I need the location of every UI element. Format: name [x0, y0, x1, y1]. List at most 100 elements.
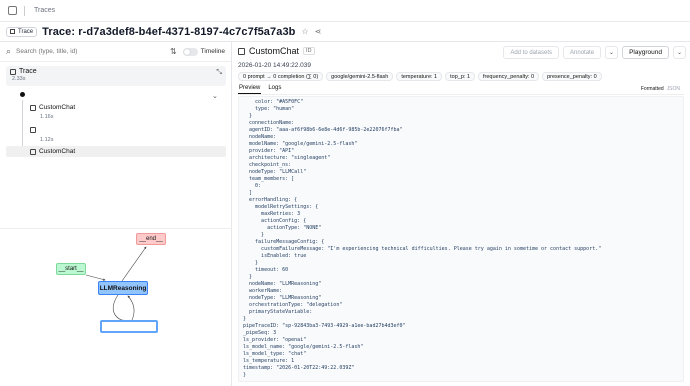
left-pane: ⌕ ⇅ Timeline Trace 2.33s ⤡ ⌄ CustomChat …	[0, 42, 232, 386]
json-line: ls_temperature: 1	[243, 358, 295, 364]
json-line: ls_provider: "openai"	[243, 337, 307, 343]
chat-node-icon	[30, 104, 36, 111]
formatted-option[interactable]: Formatted	[641, 86, 664, 92]
search-input[interactable]	[16, 48, 157, 55]
json-line: nodeName: "LLMReasoning"	[243, 281, 322, 287]
graph-node-tool[interactable]	[100, 320, 158, 333]
add-to-datasets-button[interactable]: Add to datasets	[503, 46, 560, 59]
divider	[24, 5, 25, 16]
metadata-chips: 0 prompt → 0 completion (∑ 0) google/gem…	[238, 72, 602, 81]
json-line: }	[243, 232, 265, 238]
json-line: modelName: "google/gemini-2.5-flash"	[243, 141, 358, 147]
tree-item-unnamed[interactable]	[30, 127, 39, 133]
json-line: actionType: "NONE"	[243, 225, 322, 231]
tab-preview[interactable]: Preview	[238, 84, 262, 94]
json-line: }	[243, 316, 247, 322]
step-dot-icon	[20, 92, 25, 97]
json-line: 0:	[243, 183, 262, 189]
json-line: agentID: "aaa-af6f98b6-6e8e-4d6f-985b-2e…	[243, 127, 403, 133]
page-title: Trace: r-d7a3def8-b4ef-4371-8197-4c7c7f5…	[42, 25, 296, 38]
observation-timestamp: 2026-01-20 14:49:22.039	[238, 62, 312, 69]
tree-item-duration: 1.16s	[40, 114, 54, 120]
chip-model[interactable]: google/gemini-2.5-flash	[326, 72, 394, 81]
more-dropdown-icon[interactable]: ⌄	[672, 46, 686, 59]
detail-tabs: Preview Logs	[238, 84, 684, 95]
tab-logs[interactable]: Logs	[267, 84, 282, 94]
json-line: timestamp: "2026-01-20T22:49:22.039Z"	[243, 365, 355, 371]
chat-node-icon	[238, 47, 245, 55]
top-bar: Traces	[0, 0, 690, 22]
playground-button[interactable]: Playground	[622, 46, 669, 59]
expand-icon[interactable]: ⤡	[216, 69, 222, 77]
json-line: nodeType: "LLMCall"	[243, 169, 307, 175]
trace-icon	[10, 29, 15, 34]
json-line: maxRetries: 3	[243, 211, 301, 217]
trace-root-item[interactable]: Trace 2.33s ⤡	[6, 66, 226, 86]
trace-root-duration: 2.33s	[12, 76, 26, 82]
graph-node-start[interactable]: __start__	[56, 263, 86, 275]
graph-edges-main	[85, 246, 147, 322]
breadcrumb-traces[interactable]: Traces	[34, 7, 55, 14]
json-line: customFailureMessage: "I'm experiencing …	[243, 246, 602, 252]
trace-root-name: Trace	[10, 68, 222, 75]
annotate-button[interactable]: Annotate	[563, 46, 602, 59]
chip-usage: 0 prompt → 0 completion (∑ 0)	[238, 72, 324, 81]
graph-node-llmreasoning[interactable]: LLMReasoning	[98, 281, 148, 295]
json-line: checkpoint_ns:	[243, 162, 292, 168]
annotate-label: Annotate	[570, 49, 595, 56]
json-line: ls_model_name: "google/gemini-2.5-flash"	[243, 344, 364, 350]
trace-root-label: Trace	[19, 68, 37, 75]
edge-llm-to-end	[121, 246, 147, 282]
tree-item-label: CustomChat	[39, 104, 76, 111]
tree-item-customchat-1[interactable]: CustomChat	[30, 104, 75, 111]
tree-line	[22, 100, 23, 150]
search-icon: ⌕	[6, 46, 12, 56]
json-line: orchestrationType: "delegation"	[243, 302, 343, 308]
json-line: }	[243, 260, 259, 266]
annotate-dropdown-icon[interactable]: ⌄	[605, 46, 619, 59]
star-icon[interactable]: ☆	[302, 27, 309, 36]
json-line: timeout: 60	[243, 267, 289, 273]
tree-item-duration: 1.12s	[40, 137, 54, 143]
chip-frequency-penalty: frequency_penalty: 0	[478, 72, 540, 81]
json-line: }	[243, 372, 247, 378]
json-line: workerName:	[243, 288, 283, 294]
json-line: type: "human"	[243, 106, 295, 112]
share-icon[interactable]: ⋖	[315, 27, 322, 36]
json-line: modelRetrySettings: {	[243, 204, 319, 210]
copy-id-button[interactable]: ID	[303, 47, 315, 55]
json-line: architecture: "singleagent"	[243, 155, 331, 161]
chip-temperature: temperature: 1	[396, 72, 443, 81]
filter-icon[interactable]: ⇅	[170, 47, 177, 56]
sidebar-toggle-icon[interactable]	[8, 6, 17, 15]
trace-type-label: Trace	[18, 28, 34, 35]
json-line: isEnabled: true	[243, 253, 307, 259]
json-line: primaryStateVariable:	[243, 309, 313, 315]
observation-actions: Add to datasets Annotate ⌄ Playground ⌄	[503, 46, 686, 59]
format-switch: Formatted JSON	[641, 86, 680, 92]
json-line: nodeType: "LLMReasoning"	[243, 295, 322, 301]
json-line: }	[243, 274, 253, 280]
json-viewer: color: "#A5F0FC" type: "human" } connect…	[238, 96, 684, 382]
edge-tool-to-llm	[127, 295, 135, 321]
search-row: ⌕ ⇅ Timeline	[0, 42, 231, 62]
json-line: nodeName:	[243, 134, 277, 140]
graph-node-end[interactable]: __end__	[136, 233, 166, 245]
json-line: pipeTraceID: "sp-92843ba3-7493-4929-a1ee…	[243, 323, 406, 329]
title-bar: Trace Trace: r-d7a3def8-b4ef-4371-8197-4…	[0, 22, 690, 42]
detail-pane: CustomChat ID Add to datasets Annotate ⌄…	[232, 42, 690, 386]
timeline-toggle[interactable]	[182, 47, 198, 56]
agent-graph: __end__ __start__ LLMReasoning	[0, 228, 232, 386]
tree-step-icon[interactable]	[20, 92, 25, 97]
json-line: failureMessageConfig: {	[243, 239, 325, 245]
timeline-label: Timeline	[200, 48, 225, 55]
collapse-chevron-icon[interactable]: ⌄	[212, 92, 218, 100]
edge-llm-to-tool	[112, 294, 125, 322]
json-line: connectionName:	[243, 120, 295, 126]
chain-node-icon	[30, 127, 36, 133]
json-line: ls_model_type: "chat"	[243, 351, 307, 357]
chip-top-p: top_p: 1	[445, 72, 476, 81]
json-line: errorHandling: {	[243, 197, 298, 203]
json-option[interactable]: JSON	[667, 86, 680, 92]
observation-name: CustomChat	[249, 46, 300, 56]
